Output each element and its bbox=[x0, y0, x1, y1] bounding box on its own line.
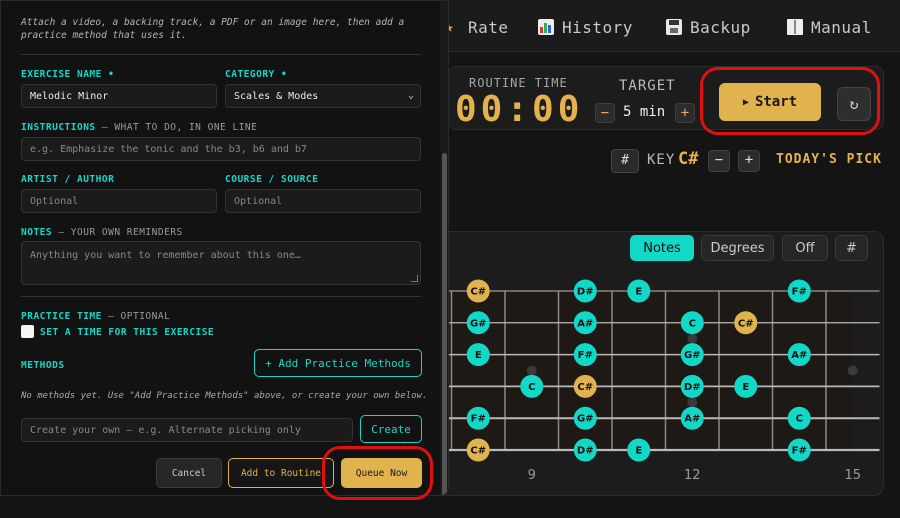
note-label: F# bbox=[792, 287, 807, 298]
note-label: F# bbox=[471, 414, 486, 425]
note-label: G# bbox=[470, 318, 487, 329]
practice-time-label-text: PRACTICE TIME bbox=[21, 311, 102, 322]
create-method-button[interactable]: Create bbox=[360, 415, 422, 443]
modal-scrollbar-thumb[interactable] bbox=[442, 153, 447, 495]
notes-label-text: NOTES bbox=[21, 227, 53, 238]
inlay-dot bbox=[687, 333, 698, 344]
note-label: E bbox=[742, 382, 749, 393]
modal-intro-text: Attach a video, a backing track, a PDF o… bbox=[21, 17, 405, 41]
practice-time-hint: — OPTIONAL bbox=[108, 311, 171, 322]
exercise-name-input[interactable]: Melodic Minor bbox=[21, 84, 217, 108]
category-label: CATEGORY • bbox=[225, 69, 287, 80]
note-label: D# bbox=[684, 382, 701, 393]
note-label: G# bbox=[577, 414, 594, 425]
note-label: D# bbox=[577, 446, 594, 457]
note-label: E bbox=[635, 446, 642, 457]
required-marker: • bbox=[108, 69, 115, 80]
divider bbox=[21, 54, 421, 55]
note-label: C bbox=[689, 318, 696, 329]
course-input[interactable]: Optional bbox=[225, 189, 421, 213]
cancel-button[interactable]: Cancel bbox=[156, 458, 222, 488]
note-label: C# bbox=[577, 382, 593, 393]
instructions-input[interactable]: e.g. Emphasize the tonic and the b3, b6 … bbox=[21, 137, 421, 161]
note-label: C# bbox=[738, 318, 754, 329]
fret-number: 12 bbox=[684, 468, 701, 483]
practice-time-label: PRACTICE TIME — OPTIONAL bbox=[21, 311, 170, 322]
exercise-name-label-text: EXERCISE NAME bbox=[21, 69, 102, 80]
note-label: G# bbox=[684, 350, 701, 361]
fret-number: 9 bbox=[528, 468, 536, 483]
inlay-dot bbox=[526, 365, 537, 376]
set-time-label[interactable]: SET A TIME FOR THIS EXERCISE bbox=[40, 327, 214, 338]
note-label: C# bbox=[470, 287, 486, 298]
add-to-routine-button[interactable]: Add to Routine bbox=[228, 458, 334, 488]
note-label: C bbox=[796, 414, 803, 425]
category-select[interactable]: Scales & Modes ⌄ bbox=[225, 84, 421, 108]
note-label: F# bbox=[792, 446, 807, 457]
note-label: A# bbox=[791, 350, 807, 361]
fret-number: 15 bbox=[844, 468, 861, 483]
instructions-label-text: INSTRUCTIONS bbox=[21, 122, 96, 133]
divider bbox=[21, 296, 421, 297]
note-label: C# bbox=[470, 446, 486, 457]
start-highlight-annotation bbox=[700, 67, 880, 135]
set-time-checkbox[interactable] bbox=[21, 325, 34, 338]
note-label: D# bbox=[577, 287, 594, 298]
notes-label: NOTES — YOUR OWN REMINDERS bbox=[21, 227, 183, 238]
resize-handle-icon[interactable] bbox=[411, 275, 418, 282]
note-label: E bbox=[475, 350, 482, 361]
inlay-dot bbox=[687, 397, 698, 408]
artist-input[interactable]: Optional bbox=[21, 189, 217, 213]
notes-hint: — YOUR OWN REMINDERS bbox=[58, 227, 183, 238]
required-marker: • bbox=[281, 69, 288, 80]
notes-textarea[interactable]: Anything you want to remember about this… bbox=[21, 241, 421, 285]
no-methods-text: No methods yet. Use "Add Practice Method… bbox=[21, 391, 428, 401]
note-label: A# bbox=[577, 318, 593, 329]
queue-now-highlight-annotation bbox=[322, 446, 433, 500]
chevron-down-icon: ⌄ bbox=[407, 90, 414, 101]
category-select-value: Scales & Modes bbox=[234, 90, 319, 102]
instructions-hint: — WHAT TO DO, IN ONE LINE bbox=[101, 122, 258, 133]
exercise-name-label: EXERCISE NAME • bbox=[21, 69, 114, 80]
note-label: A# bbox=[684, 414, 700, 425]
add-practice-methods-button[interactable]: + Add Practice Methods bbox=[254, 349, 422, 377]
course-label: COURSE / SOURCE bbox=[225, 174, 319, 185]
note-label: F# bbox=[578, 350, 593, 361]
inlay-dot bbox=[847, 365, 858, 376]
create-method-input[interactable]: Create your own — e.g. Alternate picking… bbox=[21, 418, 353, 442]
instructions-label: INSTRUCTIONS — WHAT TO DO, IN ONE LINE bbox=[21, 122, 257, 133]
artist-label: ARTIST / AUTHOR bbox=[21, 174, 115, 185]
methods-label: METHODS bbox=[21, 360, 65, 371]
notes-placeholder: Anything you want to remember about this… bbox=[30, 250, 301, 261]
note-label: E bbox=[635, 287, 642, 298]
category-label-text: CATEGORY bbox=[225, 69, 275, 80]
add-exercise-modal: Attach a video, a backing track, a PDF o… bbox=[0, 0, 449, 496]
note-label: C bbox=[528, 382, 535, 393]
